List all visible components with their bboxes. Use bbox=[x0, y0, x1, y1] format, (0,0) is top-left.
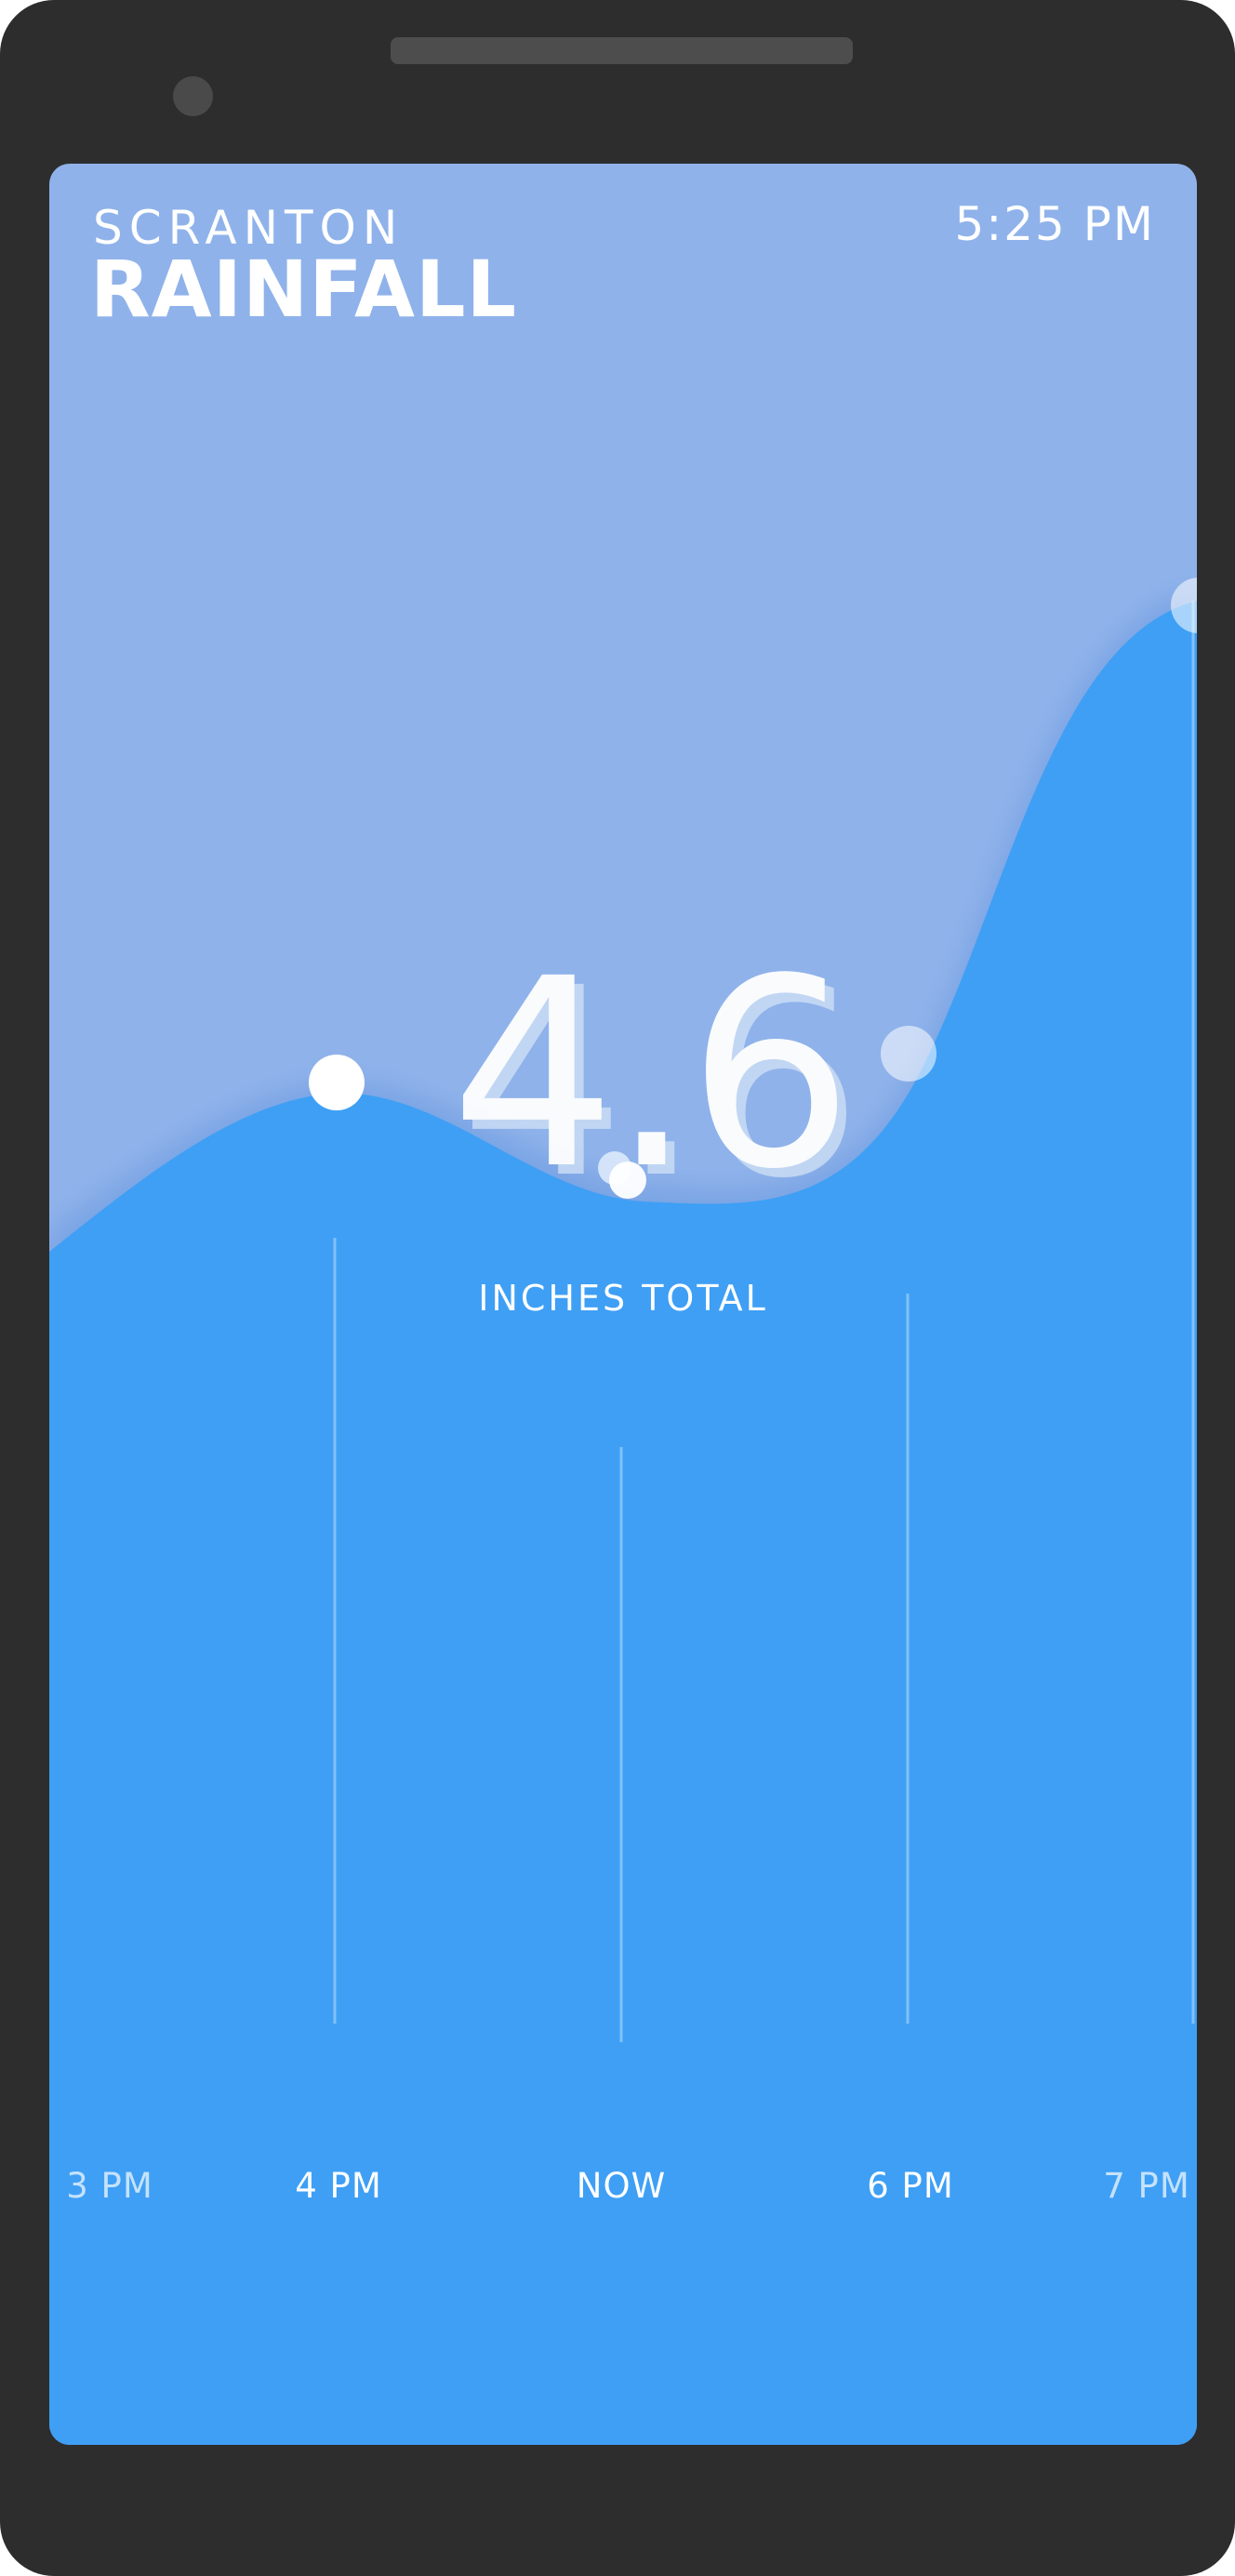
timeline-label-now[interactable]: NOW bbox=[577, 2166, 666, 2206]
speaker-grille bbox=[391, 37, 853, 64]
current-time: 5:25 PM bbox=[954, 197, 1155, 251]
timeline-label-6pm[interactable]: 6 PM bbox=[867, 2166, 954, 2206]
front-camera bbox=[173, 76, 213, 116]
timeline-label-3pm[interactable]: 3 PM bbox=[66, 2166, 153, 2206]
phone-frame: SCRANTON RAINFALL 5:25 PM 4.6 INCHES TOT… bbox=[0, 0, 1235, 2576]
rainfall-total-value: 4.6 bbox=[450, 923, 853, 1227]
page-title: RAINFALL bbox=[90, 244, 518, 335]
timeline-label-4pm[interactable]: 4 PM bbox=[295, 2166, 382, 2206]
data-point-4pm[interactable] bbox=[309, 1055, 365, 1110]
timeline-label-7pm[interactable]: 7 PM bbox=[1103, 2166, 1190, 2206]
rainfall-total-label: INCHES TOTAL bbox=[478, 1278, 768, 1319]
data-point-6pm[interactable] bbox=[881, 1026, 936, 1082]
app-screen: SCRANTON RAINFALL 5:25 PM 4.6 INCHES TOT… bbox=[49, 164, 1197, 2445]
